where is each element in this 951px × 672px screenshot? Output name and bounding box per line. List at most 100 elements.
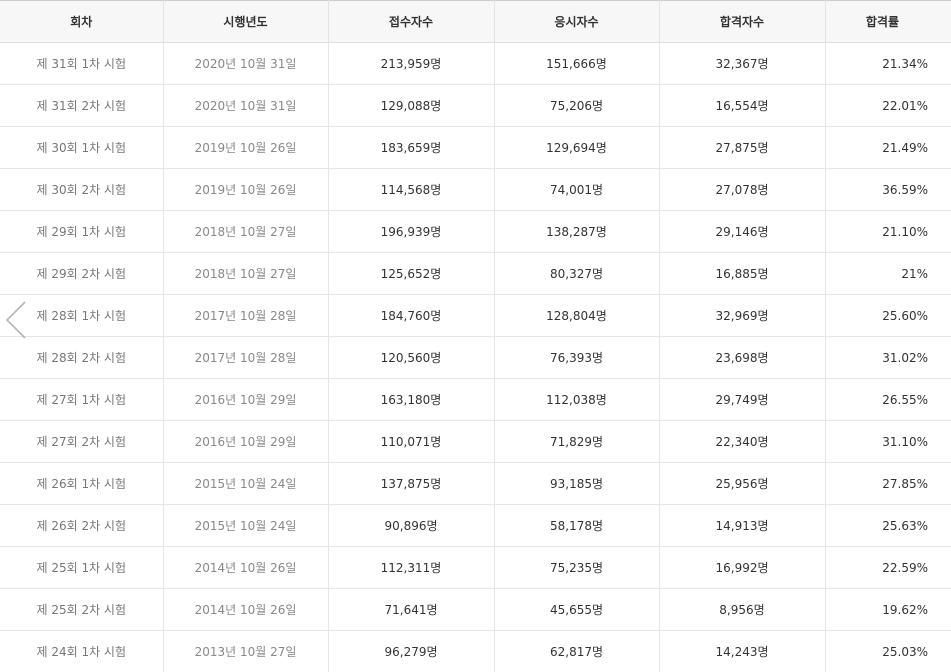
cell-passers: 32,969명 <box>659 294 826 337</box>
cell-pass-rate: 22.01% <box>825 84 951 127</box>
cell-round: 제 29회 1차 시험 <box>0 210 164 253</box>
cell-examinees: 45,655명 <box>494 588 660 631</box>
table-row: 제 28회 2차 시험 2017년 10월 28일 120,560명 76,393명 2… <box>0 336 951 379</box>
table-row: 제 27회 1차 시험 2016년 10월 29일 163,180명 112,038명… <box>0 378 951 421</box>
cell-examinees: 151,666명 <box>494 42 660 85</box>
cell-exam-date: 2014년 10월 26일 <box>163 546 329 589</box>
cell-exam-date: 2016년 10월 29일 <box>163 420 329 463</box>
cell-applicants: 110,071명 <box>328 420 495 463</box>
cell-exam-date: 2013년 10월 27일 <box>163 630 329 672</box>
cell-passers: 25,956명 <box>659 462 826 505</box>
cell-pass-rate: 26.55% <box>825 378 951 421</box>
cell-pass-rate: 31.02% <box>825 336 951 379</box>
prev-page-button[interactable] <box>3 300 29 340</box>
cell-round: 제 27회 1차 시험 <box>0 378 164 421</box>
cell-applicants: 184,760명 <box>328 294 495 337</box>
cell-applicants: 213,959명 <box>328 42 495 85</box>
cell-applicants: 71,641명 <box>328 588 495 631</box>
cell-applicants: 129,088명 <box>328 84 495 127</box>
header-passers: 합격자수 <box>659 0 826 43</box>
header-pass-rate: 합격률 <box>825 0 951 43</box>
cell-exam-date: 2015년 10월 24일 <box>163 462 329 505</box>
table-row: 제 30회 1차 시험 2019년 10월 26일 183,659명 129,694명… <box>0 126 951 169</box>
cell-applicants: 196,939명 <box>328 210 495 253</box>
cell-round: 제 25회 1차 시험 <box>0 546 164 589</box>
cell-applicants: 163,180명 <box>328 378 495 421</box>
cell-examinees: 62,817명 <box>494 630 660 672</box>
cell-applicants: 112,311명 <box>328 546 495 589</box>
cell-passers: 27,078명 <box>659 168 826 211</box>
chevron-left-icon <box>5 301 26 339</box>
table-row: 제 24회 1차 시험 2013년 10월 27일 96,279명 62,817명 14… <box>0 630 951 672</box>
cell-examinees: 75,235명 <box>494 546 660 589</box>
cell-exam-date: 2020년 10월 31일 <box>163 42 329 85</box>
cell-passers: 27,875명 <box>659 126 826 169</box>
table-row: 제 25회 2차 시험 2014년 10월 26일 71,641명 45,655명 8,… <box>0 588 951 631</box>
table-row: 제 31회 2차 시험 2020년 10월 31일 129,088명 75,206명 1… <box>0 84 951 127</box>
cell-examinees: 80,327명 <box>494 252 660 295</box>
cell-passers: 16,885명 <box>659 252 826 295</box>
cell-exam-date: 2018년 10월 27일 <box>163 210 329 253</box>
cell-applicants: 183,659명 <box>328 126 495 169</box>
cell-round: 제 31회 2차 시험 <box>0 84 164 127</box>
cell-passers: 29,749명 <box>659 378 826 421</box>
cell-pass-rate: 19.62% <box>825 588 951 631</box>
header-examinees: 응시자수 <box>494 0 660 43</box>
cell-examinees: 112,038명 <box>494 378 660 421</box>
header-applicants: 접수자수 <box>328 0 495 43</box>
cell-round: 제 28회 2차 시험 <box>0 336 164 379</box>
cell-exam-date: 2018년 10월 27일 <box>163 252 329 295</box>
table-row: 제 25회 1차 시험 2014년 10월 26일 112,311명 75,235명 1… <box>0 546 951 589</box>
cell-passers: 14,243명 <box>659 630 826 672</box>
cell-pass-rate: 21.49% <box>825 126 951 169</box>
exam-stats-table: 회차 시행년도 접수자수 응시자수 합격자수 합격률 제 31회 1차 시험 20… <box>0 0 951 672</box>
table-row: 제 29회 2차 시험 2018년 10월 27일 125,652명 80,327명 1… <box>0 252 951 295</box>
cell-examinees: 128,804명 <box>494 294 660 337</box>
cell-round: 제 24회 1차 시험 <box>0 630 164 672</box>
cell-pass-rate: 21% <box>825 252 951 295</box>
cell-examinees: 74,001명 <box>494 168 660 211</box>
cell-passers: 16,992명 <box>659 546 826 589</box>
cell-examinees: 93,185명 <box>494 462 660 505</box>
header-row: 회차 시행년도 접수자수 응시자수 합격자수 합격률 <box>0 0 951 43</box>
table-row: 제 30회 2차 시험 2019년 10월 26일 114,568명 74,001명 2… <box>0 168 951 211</box>
cell-applicants: 96,279명 <box>328 630 495 672</box>
cell-pass-rate: 21.10% <box>825 210 951 253</box>
header-round: 회차 <box>0 0 164 43</box>
cell-examinees: 58,178명 <box>494 504 660 547</box>
cell-exam-date: 2020년 10월 31일 <box>163 84 329 127</box>
cell-passers: 8,956명 <box>659 588 826 631</box>
table-row: 제 29회 1차 시험 2018년 10월 27일 196,939명 138,287명… <box>0 210 951 253</box>
cell-examinees: 71,829명 <box>494 420 660 463</box>
table-header: 회차 시행년도 접수자수 응시자수 합격자수 합격률 <box>0 0 951 43</box>
cell-applicants: 120,560명 <box>328 336 495 379</box>
cell-applicants: 90,896명 <box>328 504 495 547</box>
cell-round: 제 27회 2차 시험 <box>0 420 164 463</box>
cell-round: 제 31회 1차 시험 <box>0 42 164 85</box>
cell-pass-rate: 25.03% <box>825 630 951 672</box>
cell-pass-rate: 25.63% <box>825 504 951 547</box>
cell-round: 제 29회 2차 시험 <box>0 252 164 295</box>
table-row: 제 27회 2차 시험 2016년 10월 29일 110,071명 71,829명 2… <box>0 420 951 463</box>
cell-exam-date: 2019년 10월 26일 <box>163 168 329 211</box>
cell-pass-rate: 36.59% <box>825 168 951 211</box>
cell-pass-rate: 21.34% <box>825 42 951 85</box>
cell-exam-date: 2019년 10월 26일 <box>163 126 329 169</box>
cell-round: 제 26회 2차 시험 <box>0 504 164 547</box>
cell-passers: 16,554명 <box>659 84 826 127</box>
cell-exam-date: 2014년 10월 26일 <box>163 588 329 631</box>
cell-passers: 14,913명 <box>659 504 826 547</box>
cell-passers: 29,146명 <box>659 210 826 253</box>
cell-passers: 22,340명 <box>659 420 826 463</box>
cell-exam-date: 2017년 10월 28일 <box>163 336 329 379</box>
cell-round: 제 25회 2차 시험 <box>0 588 164 631</box>
cell-pass-rate: 25.60% <box>825 294 951 337</box>
cell-exam-date: 2015년 10월 24일 <box>163 504 329 547</box>
cell-examinees: 138,287명 <box>494 210 660 253</box>
cell-passers: 32,367명 <box>659 42 826 85</box>
cell-exam-date: 2017년 10월 28일 <box>163 294 329 337</box>
cell-applicants: 125,652명 <box>328 252 495 295</box>
table-row: 제 26회 2차 시험 2015년 10월 24일 90,896명 58,178명 14… <box>0 504 951 547</box>
cell-round: 제 30회 1차 시험 <box>0 126 164 169</box>
table-row: 제 31회 1차 시험 2020년 10월 31일 213,959명 151,666명… <box>0 42 951 85</box>
